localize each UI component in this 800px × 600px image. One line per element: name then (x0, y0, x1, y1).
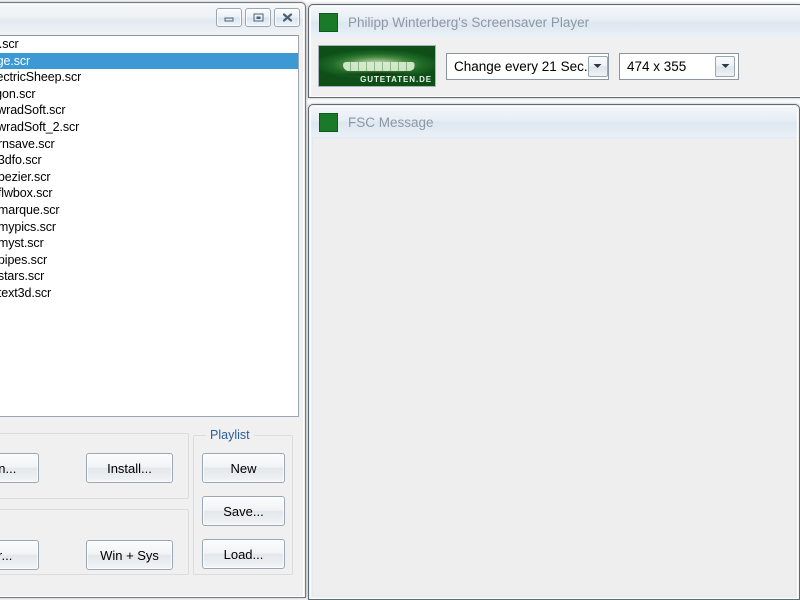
fsc-titlebar[interactable]: FSC Message (311, 107, 797, 137)
run-button[interactable]: Run... (0, 453, 39, 483)
playlist-save-button[interactable]: Save... (202, 496, 285, 526)
playlist-new-button[interactable]: New (202, 453, 285, 483)
chevron-down-icon[interactable] (587, 55, 608, 77)
resolution-combobox[interactable]: 474 x 355 (619, 52, 739, 80)
banner-caption: GUTETATEN.DE (360, 75, 432, 84)
install-button[interactable]: Install... (86, 453, 173, 483)
screensaver-list-window: tchquality.scr C Message.scr tem32\Elect… (0, 2, 306, 598)
list-item[interactable]: tem32\NiwradSoft.scr (0, 102, 298, 119)
maximize-icon (253, 13, 263, 22)
chevron-down-glyph (593, 64, 602, 68)
list-item[interactable]: tem32\sstext3d.scr (0, 285, 298, 302)
list-item[interactable]: tchquality.scr (0, 36, 298, 53)
maximize-button[interactable] (245, 8, 271, 27)
list-item[interactable]: tem32\logon.scr (0, 86, 298, 103)
dir-button[interactable]: Dir... (0, 540, 39, 570)
banner-teeth (343, 62, 415, 71)
playlist-group-label: Playlist (206, 428, 254, 442)
close-button[interactable] (274, 8, 300, 27)
list-item[interactable]: tem32\ssbezier.scr (0, 169, 298, 186)
screen-root: tchquality.scr C Message.scr tem32\Elect… (0, 0, 800, 600)
app-icon (319, 12, 338, 32)
chevron-down-glyph (721, 64, 729, 68)
fsc-message-canvas[interactable] (312, 137, 796, 596)
player-titlebar[interactable]: Philipp Winterberg's Screensaver Player (311, 7, 800, 37)
list-item[interactable]: tem32\ElectricSheep.scr (0, 69, 298, 86)
list-item[interactable]: tem32\ssflwbox.scr (0, 185, 298, 202)
screensaver-player-window: Philipp Winterberg's Screensaver Player … (308, 4, 800, 98)
list-item[interactable]: tem32\scrnsave.scr (0, 136, 298, 153)
change-interval-combobox[interactable]: Change every 21 Sec. (446, 52, 609, 80)
left-window-titlebar[interactable] (0, 5, 303, 33)
chevron-down-icon[interactable] (715, 55, 735, 77)
list-item[interactable]: tem32\ssstars.scr (0, 268, 298, 285)
player-window-title: Philipp Winterberg's Screensaver Player (348, 14, 590, 30)
list-item[interactable]: tem32\NiwradSoft_2.scr (0, 119, 298, 136)
win-sys-button[interactable]: Win + Sys (86, 540, 173, 570)
list-item[interactable]: tem32\ssmypics.scr (0, 219, 298, 236)
fsc-message-window: FSC Message (308, 104, 800, 600)
list-item-selected[interactable]: C Message.scr (0, 52, 298, 70)
list-item[interactable]: tem32\ssmarque.scr (0, 202, 298, 219)
gutetaten-banner-image[interactable]: GUTETATEN.DE (318, 45, 436, 87)
player-toolbar: GUTETATEN.DE Change every 21 Sec. 474 x … (312, 37, 800, 95)
close-icon (282, 13, 292, 22)
change-interval-value: Change every 21 Sec. (454, 58, 588, 74)
screensaver-listbox[interactable]: tchquality.scr C Message.scr tem32\Elect… (0, 35, 299, 417)
resolution-value: 474 x 355 (627, 58, 687, 74)
minimize-icon (224, 17, 234, 21)
minimize-button[interactable] (216, 8, 242, 27)
left-window-title-buttons (216, 8, 300, 27)
list-item[interactable]: tem32\ss3dfo.scr (0, 152, 298, 169)
list-item[interactable]: tem32\sspipes.scr (0, 252, 298, 269)
fsc-window-title: FSC Message (348, 114, 434, 130)
playlist-load-button[interactable]: Load... (202, 539, 285, 569)
list-item[interactable]: tem32\ssmyst.scr (0, 235, 298, 252)
app-icon (319, 112, 338, 132)
